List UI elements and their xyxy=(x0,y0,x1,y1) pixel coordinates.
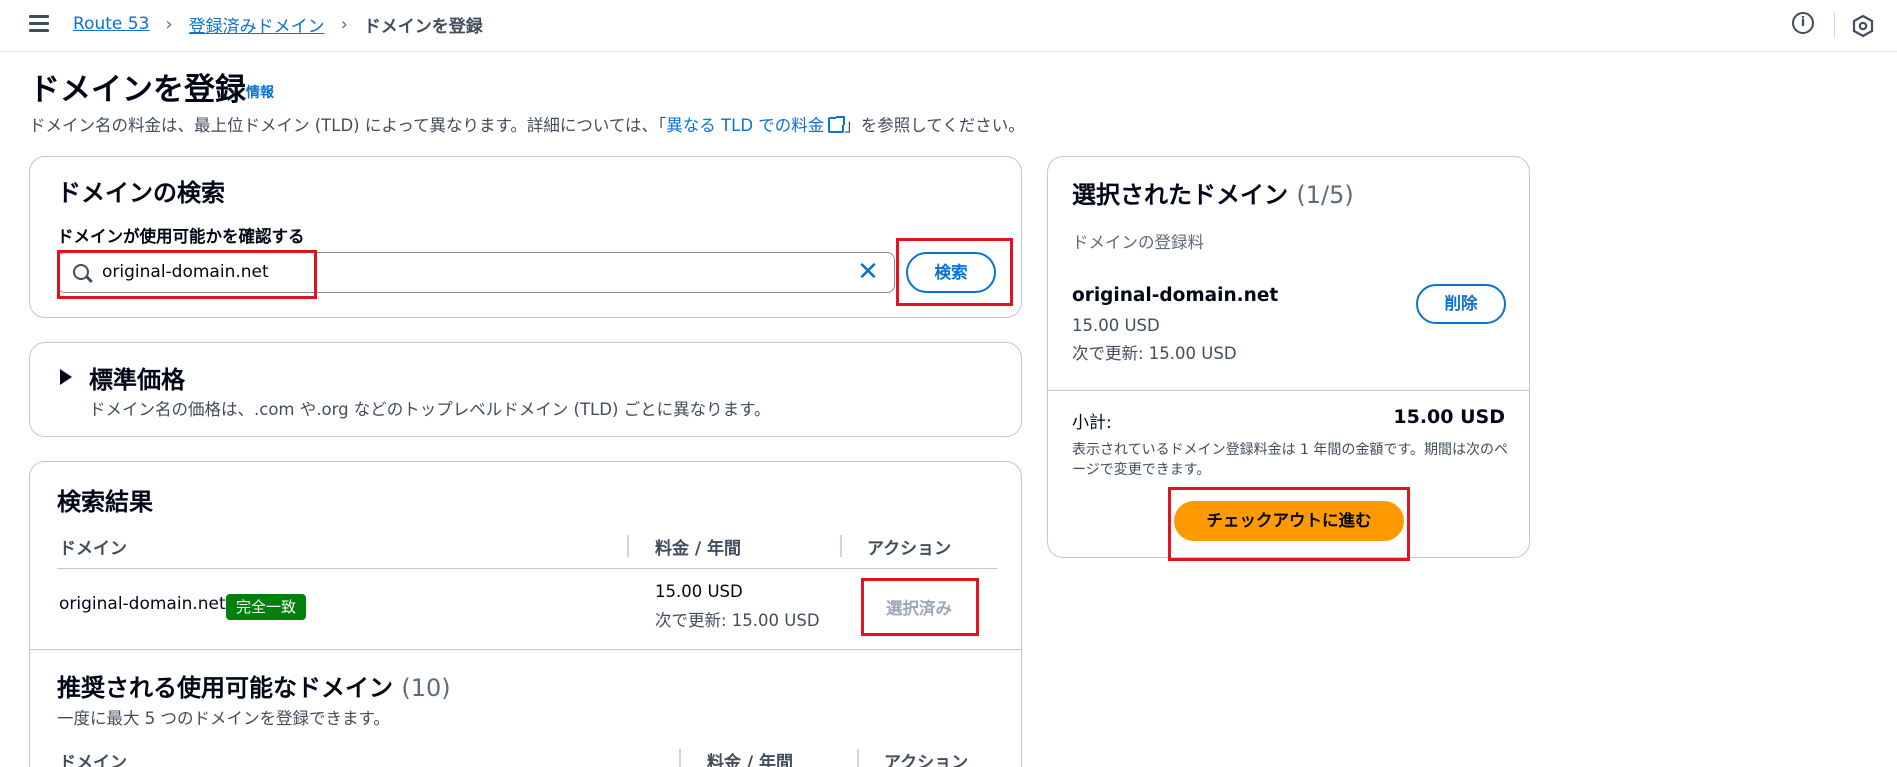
divider xyxy=(1834,12,1835,38)
external-link-icon xyxy=(828,116,846,133)
column-header-action: アクション xyxy=(884,753,969,767)
breadcrumb: Route 53 › 登録済みドメイン › ドメインを登録 xyxy=(73,12,483,37)
remove-button[interactable]: 削除 xyxy=(1416,284,1506,324)
subtotal-label: 小計: xyxy=(1072,413,1112,433)
registration-fee-label: ドメインの登録料 xyxy=(1072,233,1204,252)
column-divider xyxy=(840,535,842,557)
page-title: ドメインを登録 xyxy=(29,72,246,108)
registration-note: 表示されているドメイン登録料金は 1 年間の金額です。期間は次のページで変更でき… xyxy=(1072,442,1508,478)
search-field-label: ドメインが使用可能かを確認する xyxy=(57,227,305,246)
result-renewal: 次で更新: 15.00 USD xyxy=(655,611,820,630)
breadcrumb-separator-icon: › xyxy=(165,13,173,35)
breadcrumb-separator-icon: › xyxy=(340,13,348,35)
suggested-count: (10) xyxy=(401,674,451,702)
highlight-box xyxy=(57,250,317,299)
result-domain-name: original-domain.net xyxy=(59,594,226,614)
breadcrumb-route53[interactable]: Route 53 xyxy=(73,14,149,34)
column-divider xyxy=(679,749,681,767)
menu-icon[interactable] xyxy=(29,15,49,32)
table-divider xyxy=(57,568,997,569)
info-icon[interactable]: i xyxy=(1792,12,1814,34)
column-divider xyxy=(857,749,859,767)
selected-domain-name: original-domain.net xyxy=(1072,285,1279,306)
highlight-box xyxy=(1168,487,1410,561)
suggested-description: 一度に最大 5 つのドメインを登録できます。 xyxy=(57,709,390,728)
suggested-heading: 推奨される使用可能なドメイン (10) xyxy=(57,674,451,702)
highlight-box xyxy=(861,578,979,636)
standard-pricing-title[interactable]: 標準価格 xyxy=(89,360,185,395)
column-header-price[interactable]: 料金 / 年間 xyxy=(655,534,741,559)
highlight-box xyxy=(896,238,1013,306)
breadcrumb-current: ドメインを登録 xyxy=(363,16,483,37)
selected-domain-price: 15.00 USD xyxy=(1072,316,1160,335)
result-price: 15.00 USD xyxy=(655,582,743,601)
top-navigation-bar: Route 53 › 登録済みドメイン › ドメインを登録 i xyxy=(0,0,1897,52)
page-description: ドメイン名の料金は、最上位ドメイン (TLD) によって異なります。詳細について… xyxy=(29,112,1025,136)
search-heading: ドメインの検索 xyxy=(57,179,225,207)
description-text-end: 」を参照してください。 xyxy=(844,116,1025,135)
selected-count: (1/5) xyxy=(1296,181,1354,209)
caret-right-icon[interactable] xyxy=(60,369,72,385)
clear-icon[interactable]: ✕ xyxy=(856,259,880,285)
description-text: ドメイン名の料金は、最上位ドメイン (TLD) によって異なります。詳細について… xyxy=(29,116,667,135)
subtotal-value: 15.00 USD xyxy=(1393,406,1505,428)
column-header-price[interactable]: 料金 / 年間 xyxy=(707,748,793,767)
selected-heading: 選択されたドメイン (1/5) xyxy=(1072,181,1354,209)
exact-match-badge: 完全一致 xyxy=(226,594,307,620)
column-header-action: アクション xyxy=(867,539,952,559)
column-divider xyxy=(627,535,629,557)
section-divider xyxy=(30,649,1021,650)
breadcrumb-registered-domains[interactable]: 登録済みドメイン xyxy=(189,12,325,37)
tld-pricing-link[interactable]: 異なる TLD での料金 xyxy=(666,116,846,135)
column-header-domain[interactable]: ドメイン xyxy=(59,748,127,767)
standard-pricing-description: ドメイン名の価格は、.com や.org などのトップレベルドメイン (TLD)… xyxy=(89,400,771,419)
column-header-domain[interactable]: ドメイン xyxy=(59,534,127,559)
search-results-panel: 検索結果 ドメイン 料金 / 年間 アクション original-domain.… xyxy=(29,461,1022,767)
divider xyxy=(1048,390,1529,391)
results-heading: 検索結果 xyxy=(57,488,153,516)
selected-domain-renewal: 次で更新: 15.00 USD xyxy=(1072,344,1237,363)
domain-search-panel: ドメインの検索 ドメインが使用可能かを確認する original-domain.… xyxy=(29,156,1022,318)
selected-domains-panel: 選択されたドメイン (1/5) ドメインの登録料 original-domain… xyxy=(1047,156,1530,561)
standard-pricing-expander[interactable]: 標準価格 ドメイン名の価格は、.com や.org などのトップレベルドメイン … xyxy=(29,342,1022,437)
settings-icon[interactable] xyxy=(1852,14,1874,38)
info-link[interactable]: 情報 xyxy=(246,82,274,102)
